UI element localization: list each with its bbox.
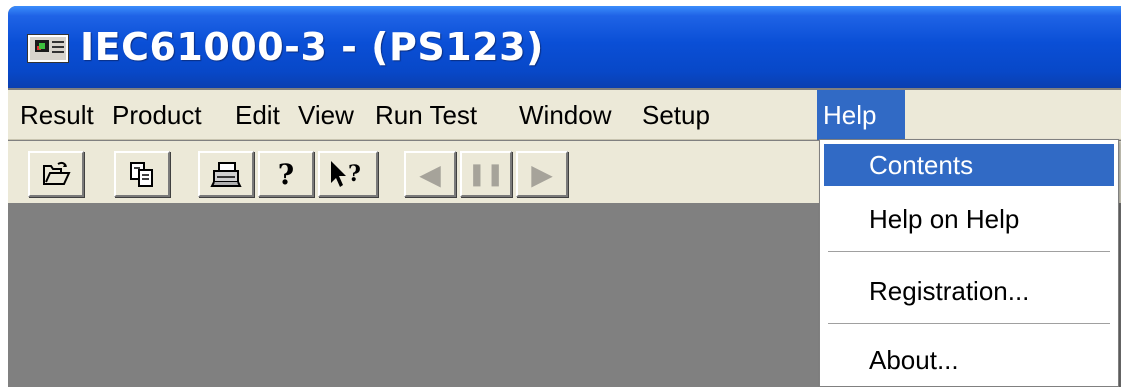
menu-separator	[828, 323, 1110, 324]
menu-view[interactable]: View	[292, 90, 360, 140]
menu-separator	[828, 251, 1110, 252]
play-button[interactable]: ▶	[516, 151, 568, 197]
window-title: IEC61000-3 - (PS123)	[80, 25, 544, 69]
menu-window[interactable]: Window	[513, 90, 617, 140]
context-help-button[interactable]: ?	[318, 151, 378, 197]
print-button[interactable]	[198, 151, 254, 197]
help-icon: ?	[277, 157, 295, 191]
help-button[interactable]: ?	[258, 151, 314, 197]
back-icon: ◀	[419, 158, 441, 190]
menu-run-test[interactable]: Run Test	[369, 90, 483, 140]
menu-edit[interactable]: Edit	[229, 90, 286, 140]
open-button[interactable]	[28, 151, 84, 197]
play-icon: ▶	[531, 158, 553, 190]
copy-icon	[130, 162, 153, 187]
open-icon	[43, 161, 71, 185]
menu-product[interactable]: Product	[106, 90, 208, 140]
main-window: IEC61000-3 - (PS123) Result Product Edit…	[8, 6, 1121, 387]
pause-icon: ❚❚	[467, 161, 505, 186]
menu-result[interactable]: Result	[14, 90, 100, 140]
title-bar[interactable]: IEC61000-3 - (PS123)	[8, 6, 1121, 88]
pause-button[interactable]: ❚❚	[460, 151, 512, 197]
menu-item-help-on-help[interactable]: Help on Help	[824, 198, 1114, 240]
help-menu-dropdown: Contents Help on Help Registration... Ab…	[819, 139, 1119, 387]
copy-button[interactable]	[114, 151, 170, 197]
menu-item-contents[interactable]: Contents	[824, 144, 1114, 186]
back-button[interactable]: ◀	[404, 151, 456, 197]
app-monitor-icon[interactable]	[27, 34, 69, 63]
context-help-icon: ?	[331, 161, 361, 187]
menu-item-about[interactable]: About...	[824, 339, 1114, 381]
menu-item-registration[interactable]: Registration...	[824, 270, 1114, 312]
menu-help[interactable]: Help	[817, 90, 905, 140]
print-icon	[210, 162, 242, 187]
menu-setup[interactable]: Setup	[636, 90, 716, 140]
svg-text:?: ?	[348, 161, 361, 187]
menu-bar: Result Product Edit View Run Test Window…	[8, 90, 1121, 140]
